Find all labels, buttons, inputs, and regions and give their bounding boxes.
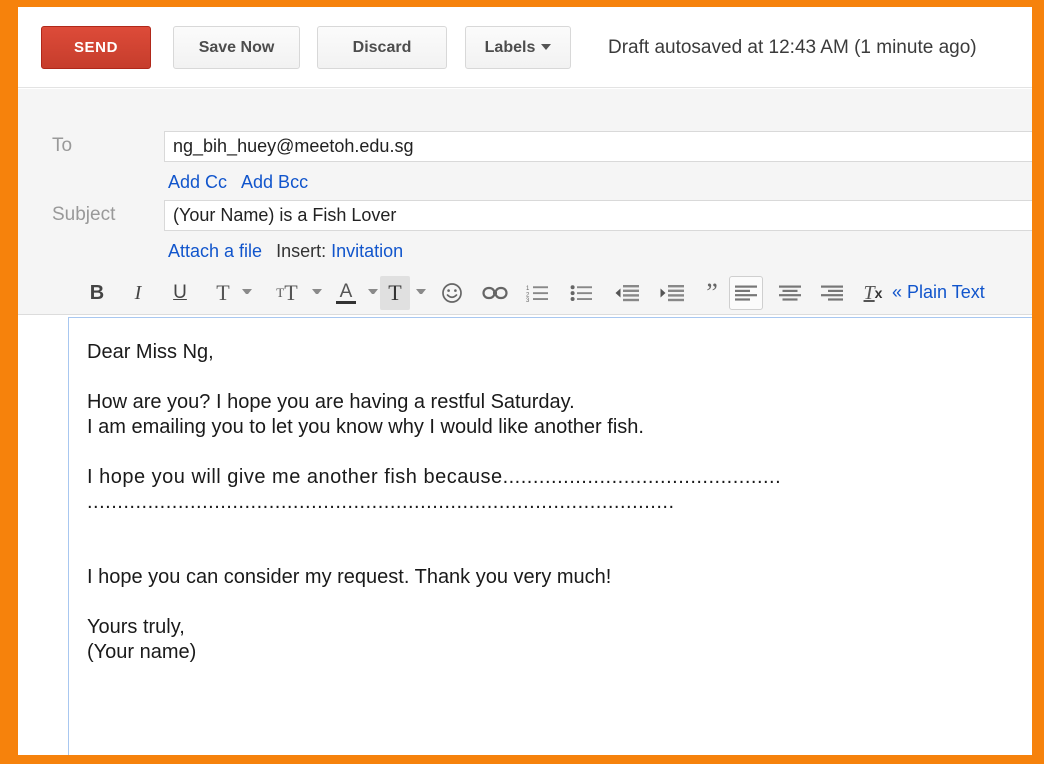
- numbered-list-icon[interactable]: 1 2 3: [522, 276, 554, 310]
- insert-label: Insert:: [276, 241, 327, 261]
- body-signoff-line-1: Yours truly,: [87, 616, 185, 638]
- chevron-down-icon: [541, 44, 552, 50]
- svg-text:3: 3: [526, 298, 530, 302]
- to-input[interactable]: ng_bih_huey@meetoh.edu.sg: [164, 131, 1032, 162]
- font-size-icon[interactable]: TT: [266, 276, 308, 310]
- insert-invitation-link[interactable]: Invitation: [331, 241, 403, 261]
- body-paragraph-2: I hope you will give me another fish bec…: [87, 466, 782, 488]
- message-body-editor[interactable]: Dear Miss Ng, How are you? I hope you ar…: [68, 317, 1032, 755]
- orange-photo-frame: SEND Save Now Discard Labels Draft autos…: [0, 0, 1044, 764]
- underline-icon[interactable]: U: [165, 276, 195, 310]
- to-field-label: To: [52, 135, 73, 156]
- body-paragraph-3: I hope you can consider my request. Than…: [87, 566, 612, 588]
- font-family-icon[interactable]: T: [208, 276, 238, 310]
- cc-bcc-links: Add Cc Add Bcc: [168, 172, 308, 193]
- body-paragraph-2-continued: ........................................…: [87, 491, 675, 513]
- subject-input[interactable]: (Your Name) is a Fish Lover: [164, 200, 1032, 231]
- highlight-color-icon[interactable]: T: [380, 276, 410, 310]
- body-greeting: Dear Miss Ng,: [87, 341, 214, 363]
- autosave-status-text: Draft autosaved at 12:43 AM (1 minute ag…: [608, 37, 977, 58]
- align-center-icon[interactable]: [773, 276, 807, 310]
- insert-link-icon[interactable]: [478, 276, 512, 310]
- labels-button-label: Labels: [484, 39, 536, 56]
- compose-action-bar: SEND Save Now Discard Labels Draft autos…: [18, 7, 1032, 88]
- align-left-icon[interactable]: [729, 276, 763, 310]
- send-button[interactable]: SEND: [41, 26, 151, 69]
- bold-icon[interactable]: B: [82, 276, 112, 310]
- align-right-icon[interactable]: [815, 276, 849, 310]
- indent-icon[interactable]: [655, 276, 689, 310]
- attach-a-file-link[interactable]: Attach a file: [168, 241, 262, 261]
- quote-icon[interactable]: ”: [698, 276, 726, 310]
- font-family-chevron-down-icon[interactable]: [242, 289, 252, 299]
- text-color-chevron-down-icon[interactable]: [368, 289, 378, 299]
- formatting-toolbar: B I U T TT A T 1 2 3 ” T x « Plain Text: [18, 271, 1032, 315]
- svg-text:1: 1: [526, 286, 530, 292]
- add-bcc-link[interactable]: Add Bcc: [241, 172, 308, 192]
- discard-button[interactable]: Discard: [317, 26, 447, 69]
- add-cc-link[interactable]: Add Cc: [168, 172, 227, 192]
- bulleted-list-icon[interactable]: [566, 276, 598, 310]
- highlight-color-chevron-down-icon[interactable]: [416, 289, 426, 299]
- body-paragraph-1-line-2: I am emailing you to let you know why I …: [87, 416, 644, 438]
- text-color-swatch: [336, 300, 356, 304]
- font-size-chevron-down-icon[interactable]: [312, 289, 322, 299]
- attach-insert-links: Attach a file Insert: Invitation: [168, 241, 403, 262]
- body-signoff-line-2: (Your name): [87, 641, 197, 663]
- italic-icon[interactable]: I: [123, 276, 153, 310]
- save-now-button[interactable]: Save Now: [173, 26, 300, 69]
- gmail-compose-window: SEND Save Now Discard Labels Draft autos…: [18, 7, 1032, 755]
- body-paragraph-1-line-1: How are you? I hope you are having a res…: [87, 391, 575, 413]
- plain-text-link[interactable]: « Plain Text: [892, 282, 985, 303]
- emoji-icon[interactable]: [436, 276, 468, 310]
- outdent-icon[interactable]: [610, 276, 644, 310]
- labels-button[interactable]: Labels: [465, 26, 571, 69]
- subject-field-label: Subject: [52, 204, 116, 225]
- remove-formatting-icon[interactable]: Tx: [856, 276, 890, 310]
- compose-header-panel: To ng_bih_huey@meetoh.edu.sg Add Cc Add B…: [18, 89, 1032, 271]
- text-color-icon[interactable]: A: [330, 276, 362, 310]
